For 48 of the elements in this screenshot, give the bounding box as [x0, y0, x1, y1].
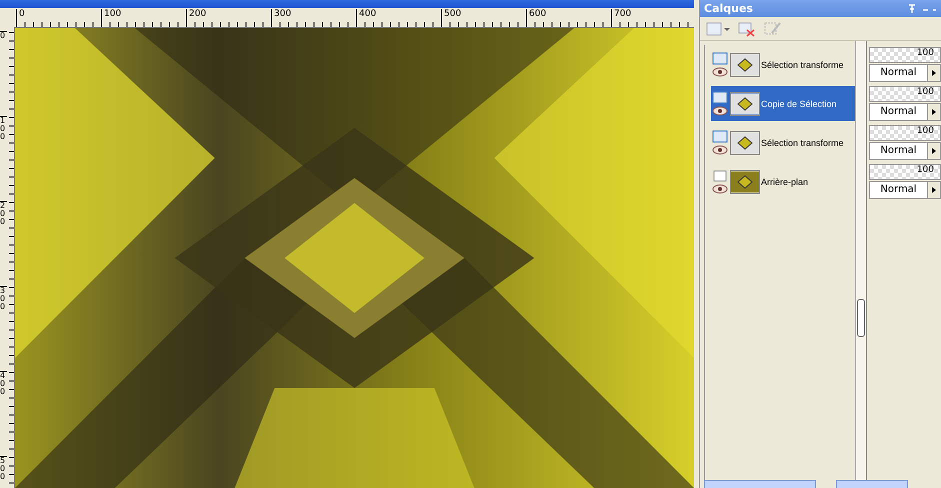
- ruler-label: 500: [0, 456, 7, 481]
- horizontal-scrollbar[interactable]: [836, 480, 908, 488]
- horizontal-scrollbar[interactable]: [704, 480, 816, 488]
- layer-name: Sélection transforme: [761, 60, 844, 70]
- blend-mode-dropdown[interactable]: Normal: [869, 64, 941, 82]
- layer-row[interactable]: Copie de Sélection: [711, 86, 855, 121]
- panel-splitter[interactable]: [855, 41, 867, 480]
- opacity-field[interactable]: 100: [869, 164, 941, 180]
- ruler-label: 500: [441, 9, 462, 27]
- layer-name: Sélection transforme: [761, 138, 844, 148]
- opacity-field[interactable]: 100: [869, 47, 941, 63]
- blend-mode-dropdown[interactable]: Normal: [869, 142, 941, 160]
- new-layer-icon[interactable]: [706, 20, 730, 36]
- eye-icon[interactable]: [711, 67, 729, 77]
- layer-name: Copie de Sélection: [761, 98, 837, 108]
- ruler-label: 400: [356, 9, 376, 27]
- eye-icon[interactable]: [711, 145, 729, 155]
- ruler-label: 200: [0, 201, 7, 226]
- eye-icon[interactable]: [711, 184, 729, 194]
- raster-layer-icon[interactable]: [711, 91, 729, 105]
- ruler-label: 0: [16, 9, 25, 27]
- raster-layer-icon[interactable]: [711, 52, 729, 66]
- layer-thumbnail: [730, 92, 760, 116]
- delete-layer-icon[interactable]: [738, 20, 756, 36]
- panel-title: Calques: [704, 2, 753, 15]
- ruler-label: 400: [0, 371, 7, 396]
- layer-row[interactable]: Sélection transforme: [711, 125, 855, 160]
- ruler-label: 100: [0, 116, 7, 141]
- ruler-label: 300: [0, 286, 7, 311]
- pin-icon[interactable]: [907, 4, 937, 14]
- opacity-field[interactable]: 100: [869, 86, 941, 102]
- ruler-label: 100: [101, 9, 122, 27]
- ruler-label: 600: [526, 9, 546, 27]
- ruler-label: 0: [0, 31, 7, 40]
- layer-name: Arrière-plan: [761, 176, 808, 186]
- layer-row[interactable]: Sélection transforme: [711, 47, 855, 82]
- ruler-label: 300: [271, 9, 292, 27]
- blend-mode-dropdown[interactable]: Normal: [869, 181, 941, 199]
- blend-mode-dropdown[interactable]: Normal: [869, 103, 941, 121]
- ruler-label: 700: [611, 9, 632, 27]
- layer-row[interactable]: Arrière-plan: [711, 164, 855, 199]
- layer-thumbnail: [730, 52, 760, 76]
- layer-thumbnail: [730, 130, 760, 154]
- opacity-field[interactable]: 100: [869, 125, 941, 141]
- layer-thumbnail: [730, 170, 760, 194]
- ruler-label: 200: [186, 9, 206, 27]
- eye-icon[interactable]: [711, 106, 729, 116]
- raster-layer-icon[interactable]: [711, 130, 729, 144]
